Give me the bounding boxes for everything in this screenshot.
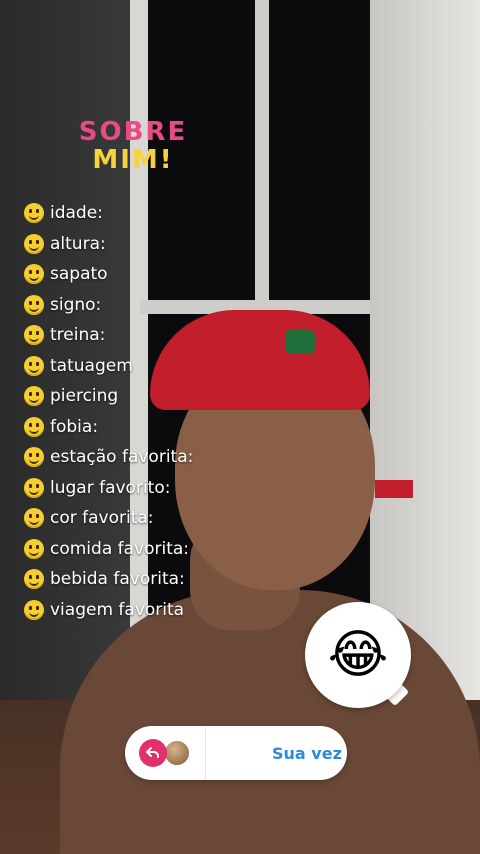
story-title: SOBRE MIM! — [78, 118, 188, 174]
your-turn-button[interactable]: Sua vez — [272, 744, 342, 763]
question-label: estação favorita: — [50, 447, 194, 468]
list-item: comida favorita: — [24, 534, 193, 565]
cap-brim — [375, 480, 413, 498]
reaction-bubble[interactable]: 😂 — [305, 602, 411, 708]
question-label: idade: — [50, 203, 103, 224]
question-label: signo: — [50, 294, 102, 315]
list-item: fobia: — [24, 412, 193, 443]
title-line-1: SOBRE — [78, 117, 188, 147]
smiley-icon — [24, 325, 44, 346]
question-label: bebida favorita: — [50, 569, 185, 590]
list-item: lugar favorito: — [24, 473, 193, 504]
reply-pill[interactable]: Sua vez — [125, 726, 347, 780]
list-item: bebida favorita: — [24, 564, 193, 595]
laughing-emoji-icon: 😂 — [327, 625, 389, 685]
smiley-icon — [24, 508, 44, 529]
reply-button[interactable] — [139, 739, 167, 767]
question-label: comida favorita: — [50, 538, 190, 559]
smiley-icon — [24, 569, 44, 590]
question-label: tatuagem — [50, 355, 133, 376]
list-item: piercing — [24, 381, 193, 412]
list-item: sapato — [24, 259, 193, 290]
question-label: lugar favorito: — [50, 477, 171, 498]
question-list: idade: altura: sapato signo: treina: tat… — [24, 198, 193, 625]
question-label: piercing — [50, 386, 119, 407]
avatar — [163, 739, 191, 767]
smiley-icon — [24, 355, 44, 376]
window-bar-vertical — [255, 0, 269, 320]
list-item: idade: — [24, 198, 193, 229]
list-item: viagem favorita — [24, 595, 193, 626]
list-item: treina: — [24, 320, 193, 351]
question-label: altura: — [50, 233, 106, 254]
list-item: cor favorita: — [24, 503, 193, 534]
question-label: fobia: — [50, 416, 99, 437]
list-item: altura: — [24, 229, 193, 260]
list-item: tatuagem — [24, 351, 193, 382]
smiley-icon — [24, 477, 44, 498]
smiley-icon — [24, 203, 44, 224]
cap-logo — [285, 330, 315, 354]
question-label: viagem favorita — [50, 599, 185, 620]
smiley-icon — [24, 386, 44, 407]
list-item: signo: — [24, 290, 193, 321]
smiley-icon — [24, 538, 44, 559]
question-label: treina: — [50, 325, 106, 346]
smiley-icon — [24, 447, 44, 468]
question-label: sapato — [50, 264, 108, 285]
smiley-icon — [24, 294, 44, 315]
reply-arrow-icon — [146, 747, 159, 758]
smiley-icon — [24, 416, 44, 437]
background-wall-right — [370, 0, 480, 700]
question-label: cor favorita: — [50, 508, 154, 529]
list-item: estação favorita: — [24, 442, 193, 473]
smiley-icon — [24, 233, 44, 254]
pill-divider — [205, 726, 206, 780]
smiley-icon — [24, 599, 44, 620]
story-viewer: SOBRE MIM! idade: altura: sapato signo: … — [0, 0, 480, 854]
smiley-icon — [24, 264, 44, 285]
title-line-2: MIM! — [92, 145, 174, 175]
